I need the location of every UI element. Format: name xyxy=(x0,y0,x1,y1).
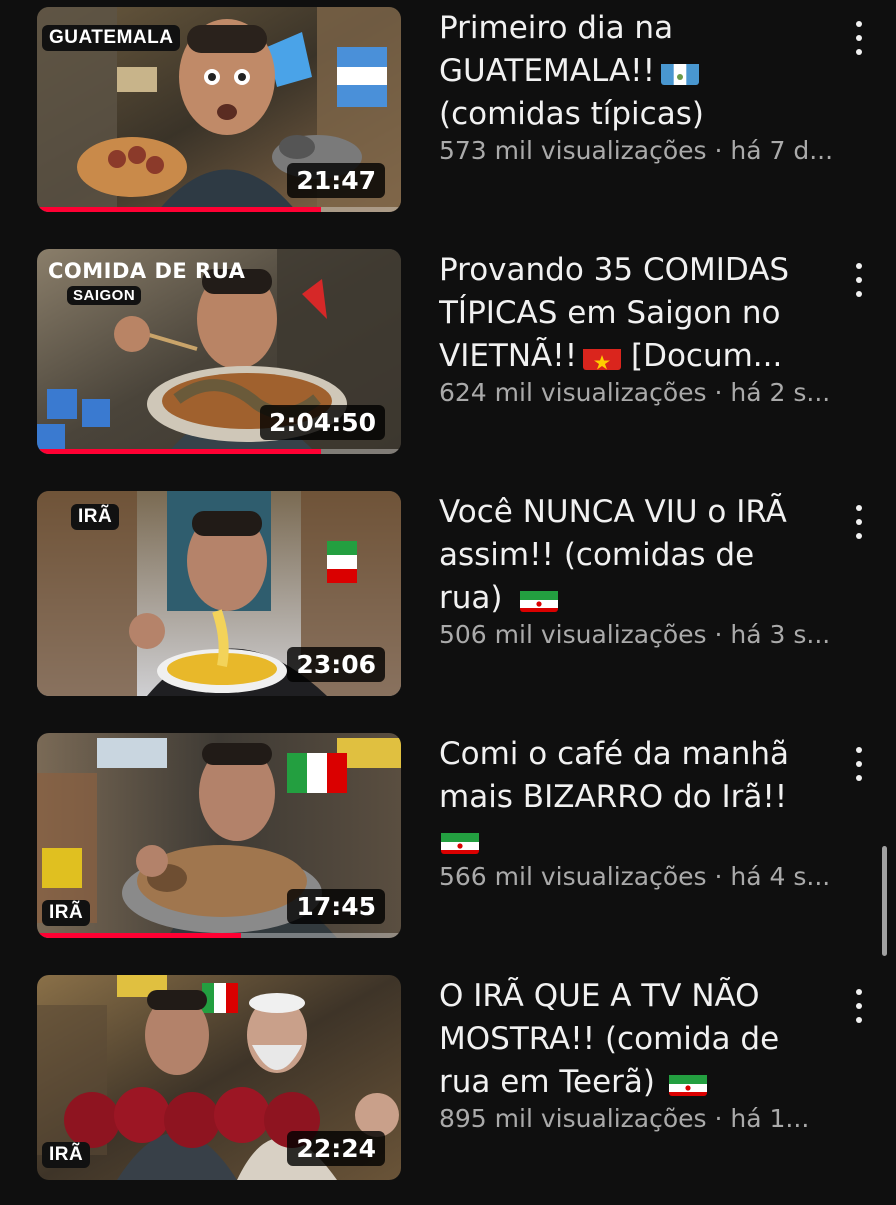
video-info[interactable]: Primeiro dia na GUATEMALA!! (comidas típ… xyxy=(439,7,859,165)
video-title[interactable]: Primeiro dia na GUATEMALA!! (comidas típ… xyxy=(439,7,859,136)
scrollbar[interactable] xyxy=(882,846,887,956)
thumbnail-badge: GUATEMALA xyxy=(42,25,181,51)
thumbnail-badge: SAIGON xyxy=(67,286,142,305)
video-info[interactable]: Comi o café da manhã mais BIZARRO do Irã… xyxy=(439,733,859,891)
video-meta: 624 mil visualizações · há 2 s... xyxy=(439,378,831,407)
more-vert-icon[interactable] xyxy=(848,263,870,297)
title-line: VIETNÃ!! [Docum... xyxy=(439,335,859,378)
iran-flag-icon xyxy=(520,586,559,612)
title-line: mais BIZARRO do Irã!! xyxy=(439,779,788,815)
watch-progress-fill xyxy=(37,207,321,212)
more-vert-icon[interactable] xyxy=(848,989,870,1023)
title-line: Primeiro dia na xyxy=(439,10,674,46)
title-line: GUATEMALA!! xyxy=(439,50,859,93)
video-info[interactable]: Você NUNCA VIU o IRÃ assim!! (comidas de… xyxy=(439,491,859,649)
title-text: [Docum... xyxy=(621,338,783,374)
vietnam-flag-icon xyxy=(583,344,622,370)
video-meta: 506 mil visualizações · há 3 s... xyxy=(439,620,831,649)
more-vert-icon[interactable] xyxy=(848,747,870,781)
duration-badge: 23:06 xyxy=(287,647,385,682)
title-line: assim!! (comidas de xyxy=(439,537,755,573)
title-line: rua em Teerã) xyxy=(439,1061,859,1104)
iran-flag-icon xyxy=(441,828,479,854)
title-text: rua) xyxy=(439,580,503,616)
video-item[interactable]: IRÃ 22:24 O IRÃ QUE A TV NÃO MOSTRA!! (c… xyxy=(0,975,896,1205)
duration-badge: 22:24 xyxy=(287,1131,385,1166)
more-vert-icon[interactable] xyxy=(848,21,870,55)
title-line: rua) xyxy=(439,577,859,620)
video-title[interactable]: Provando 35 COMIDAS TÍPICAS em Saigon no… xyxy=(439,249,859,378)
video-thumbnail[interactable]: COMIDA DE RUA SAIGON 2:04:50 xyxy=(37,249,401,454)
video-title[interactable]: Você NUNCA VIU o IRÃ assim!! (comidas de… xyxy=(439,491,859,620)
video-item[interactable]: IRÃ 17:45 Comi o café da manhã mais BIZA… xyxy=(0,733,896,963)
video-meta: 566 mil visualizações · há 4 s... xyxy=(439,862,831,891)
iran-flag-icon xyxy=(669,1070,708,1096)
video-meta: 573 mil visualizações · há 7 d... xyxy=(439,136,834,165)
thumbnail-badge: IRÃ xyxy=(71,504,120,530)
duration-badge: 2:04:50 xyxy=(260,405,385,440)
duration-badge: 17:45 xyxy=(287,889,385,924)
duration-badge: 21:47 xyxy=(287,163,385,198)
title-line: TÍPICAS em Saigon no xyxy=(439,295,781,331)
video-thumbnail[interactable]: IRÃ 23:06 xyxy=(37,491,401,696)
video-item[interactable]: COMIDA DE RUA SAIGON 2:04:50 Provando 35… xyxy=(0,249,896,479)
title-line: Você NUNCA VIU o IRÃ xyxy=(439,494,787,530)
watch-progress-bar xyxy=(37,449,401,454)
title-text: VIETNÃ!! xyxy=(439,338,578,374)
watch-progress-bar xyxy=(37,933,401,938)
watch-progress-fill xyxy=(37,449,321,454)
video-info[interactable]: O IRÃ QUE A TV NÃO MOSTRA!! (comida de r… xyxy=(439,975,859,1133)
title-line: Comi o café da manhã xyxy=(439,736,789,772)
title-line: Provando 35 COMIDAS xyxy=(439,252,790,288)
video-thumbnail[interactable]: IRÃ 17:45 xyxy=(37,733,401,938)
video-thumbnail[interactable]: IRÃ 22:24 xyxy=(37,975,401,1180)
video-item[interactable]: IRÃ 23:06 Você NUNCA VIU o IRÃ assim!! (… xyxy=(0,491,896,721)
video-list: GUATEMALA 21:47 Primeiro dia na GUATEMAL… xyxy=(0,0,896,1200)
video-meta: 895 mil visualizações · há 1... xyxy=(439,1104,810,1133)
thumbnail-badge: IRÃ xyxy=(42,900,91,926)
watch-progress-bar xyxy=(37,207,401,212)
video-item[interactable]: GUATEMALA 21:47 Primeiro dia na GUATEMAL… xyxy=(0,7,896,237)
video-title[interactable]: Comi o café da manhã mais BIZARRO do Irã… xyxy=(439,733,859,862)
title-line xyxy=(439,819,859,862)
watch-progress-fill xyxy=(37,933,241,938)
title-line: MOSTRA!! (comida de xyxy=(439,1021,780,1057)
title-text: GUATEMALA!! xyxy=(439,53,656,89)
thumbnail-badge: COMIDA DE RUA xyxy=(48,259,246,283)
title-line: (comidas típicas) xyxy=(439,96,704,132)
video-title[interactable]: O IRÃ QUE A TV NÃO MOSTRA!! (comida de r… xyxy=(439,975,859,1104)
guatemala-flag-icon xyxy=(661,59,700,85)
video-info[interactable]: Provando 35 COMIDAS TÍPICAS em Saigon no… xyxy=(439,249,859,407)
more-vert-icon[interactable] xyxy=(848,505,870,539)
video-thumbnail[interactable]: GUATEMALA 21:47 xyxy=(37,7,401,212)
title-text: rua em Teerã) xyxy=(439,1064,656,1100)
title-line: O IRÃ QUE A TV NÃO xyxy=(439,978,760,1014)
thumbnail-badge: IRÃ xyxy=(42,1142,91,1168)
